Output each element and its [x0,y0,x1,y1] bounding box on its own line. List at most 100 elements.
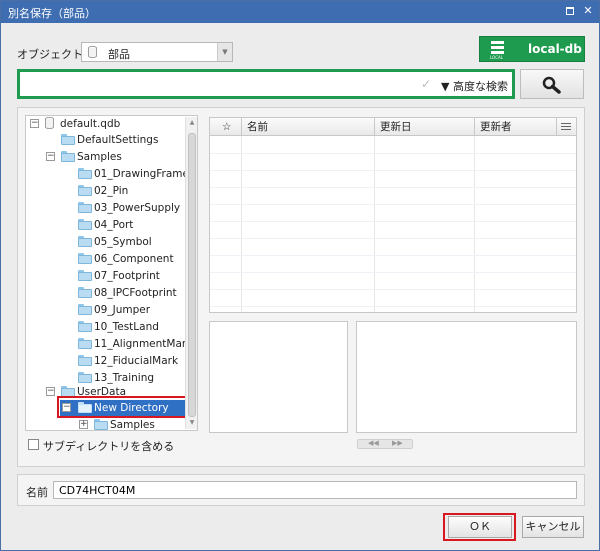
collapse-icon[interactable]: − [30,119,39,128]
tree-item[interactable]: 07_Footprint [26,268,186,285]
tree-item-label: 12_FiducialMark [94,355,179,367]
name-label: 名前 [26,486,48,499]
folder-icon [78,236,92,247]
folder-icon [78,185,92,196]
scroll-thumb[interactable] [188,133,196,417]
include-subdirs-label: サブディレクトリを含める [43,440,175,453]
tree-item-label: 04_Port [94,219,134,231]
chevron-down-icon[interactable]: ▼ [217,43,232,61]
tree-item[interactable]: DefaultSettings [26,132,186,149]
tree-item[interactable]: − Samples [26,149,186,166]
tree-item-label: 01_DrawingFrame [94,168,189,180]
folder-icon [78,270,92,281]
tree-item-label: 10_TestLand [94,321,159,333]
folder-icon [78,287,92,298]
tree-item-label: 09_Jumper [94,304,151,316]
tree-item-label: default.qdb [60,118,121,130]
search-button[interactable] [520,69,584,99]
folder-icon [78,372,92,383]
object-select[interactable]: 部品 ▼ [81,42,233,62]
folder-icon [94,419,108,430]
folder-tree[interactable]: − default.qdb DefaultSettings − Samples … [25,115,198,431]
tree-item[interactable]: 01_DrawingFrame [26,166,189,183]
tree-item-label: 06_Component [94,253,174,265]
tree-item[interactable]: 12_FiducialMark [26,353,186,370]
tree-item-label: 11_AlignmentMark [94,338,193,350]
local-db-button[interactable]: LOCAL local-db [479,36,585,62]
results-grid[interactable]: ☆ 名前 更新日 更新者 [209,117,577,313]
tree-item[interactable]: 10_TestLand [26,319,186,336]
search-box: ✓ ▼ 高度な検索 [17,69,515,99]
cancel-button[interactable]: キャンセル [522,516,584,538]
close-icon: ✕ [583,4,593,17]
column-name[interactable]: 名前 [242,118,375,136]
window-title: 別名保存（部品） [8,7,96,20]
tree-item[interactable]: 02_Pin [26,183,186,200]
tree-item-label: Samples [110,419,155,431]
maximize-button[interactable] [563,4,577,18]
tree-item-label: 02_Pin [94,185,129,197]
tree-item-label: Samples [77,151,122,163]
tree-item-label: DefaultSettings [77,134,159,146]
tree-item[interactable]: 04_Port [26,217,186,234]
column-updated[interactable]: 更新日 [375,118,475,136]
tree-item[interactable]: 05_Symbol [26,234,186,251]
tree-item-label: 13_Training [94,372,155,384]
save-as-dialog: 別名保存（部品） ✕ オブジェクト 部品 ▼ LOCAL local-db ✓ … [0,0,600,551]
preview-pane-right [356,321,577,433]
check-icon: ✓ [421,77,432,91]
database-stack-icon: LOCAL [490,40,506,60]
column-updater[interactable]: 更新者 [475,118,557,136]
folder-icon [61,151,75,162]
magnifier-icon [542,76,561,94]
folder-icon [78,304,92,315]
grid-header: ☆ 名前 更新日 更新者 [210,118,576,136]
database-icon [45,117,54,129]
db-button-label: local-db [528,42,582,56]
folder-icon [78,253,92,264]
scroll-left-icon[interactable]: ◀◀ [368,439,379,447]
folder-icon [78,355,92,366]
column-chooser-icon[interactable] [560,121,572,133]
scroll-right-icon[interactable]: ▶▶ [392,439,403,447]
advanced-search-toggle[interactable]: ▼ 高度な検索 [441,78,508,94]
tree-item-label: 05_Symbol [94,236,152,248]
column-favorite[interactable]: ☆ [210,118,242,136]
folder-icon [78,321,92,332]
folder-icon [78,168,92,179]
ok-button[interactable]: ＯＫ [448,516,512,538]
folder-icon [61,134,75,145]
db-icon-caption: LOCAL [490,55,503,60]
search-input[interactable] [20,72,512,96]
title-bar[interactable]: 別名保存（部品） ✕ [1,1,599,23]
scroll-up-icon[interactable]: ▲ [186,117,198,129]
collapse-icon[interactable]: − [46,152,55,161]
tree-item-root[interactable]: − default.qdb [26,116,186,133]
tree-scrollbar[interactable]: ▲ ▼ [185,117,197,429]
expand-icon[interactable]: + [79,420,88,429]
tree-item[interactable]: 03_PowerSupply [26,200,186,217]
tree-item[interactable]: 11_AlignmentMark [26,336,192,353]
folder-icon [78,219,92,230]
tree-item[interactable]: 08_IPCFootprint [26,285,186,302]
folder-icon [78,202,92,213]
tree-item[interactable]: 09_Jumper [26,302,186,319]
object-select-value: 部品 [108,48,130,61]
folder-icon [78,338,92,349]
include-subdirs-checkbox[interactable] [28,439,39,450]
collapse-icon[interactable]: − [46,387,55,396]
name-input[interactable] [53,481,577,499]
tree-item-label: 03_PowerSupply [94,202,181,214]
object-label: オブジェクト [17,48,83,61]
maximize-icon [566,7,574,15]
tree-item-label: 08_IPCFootprint [94,287,177,299]
pane-scrollbar[interactable]: ◀◀ ▶▶ [357,439,413,449]
tree-item-label: 07_Footprint [94,270,160,282]
preview-pane-left [209,321,348,433]
selection-highlight [57,396,189,418]
tree-item[interactable]: + Samples [26,417,186,431]
database-icon [88,46,97,58]
close-button[interactable]: ✕ [581,4,595,18]
tree-item[interactable]: 06_Component [26,251,186,268]
scroll-down-icon[interactable]: ▼ [186,417,198,429]
